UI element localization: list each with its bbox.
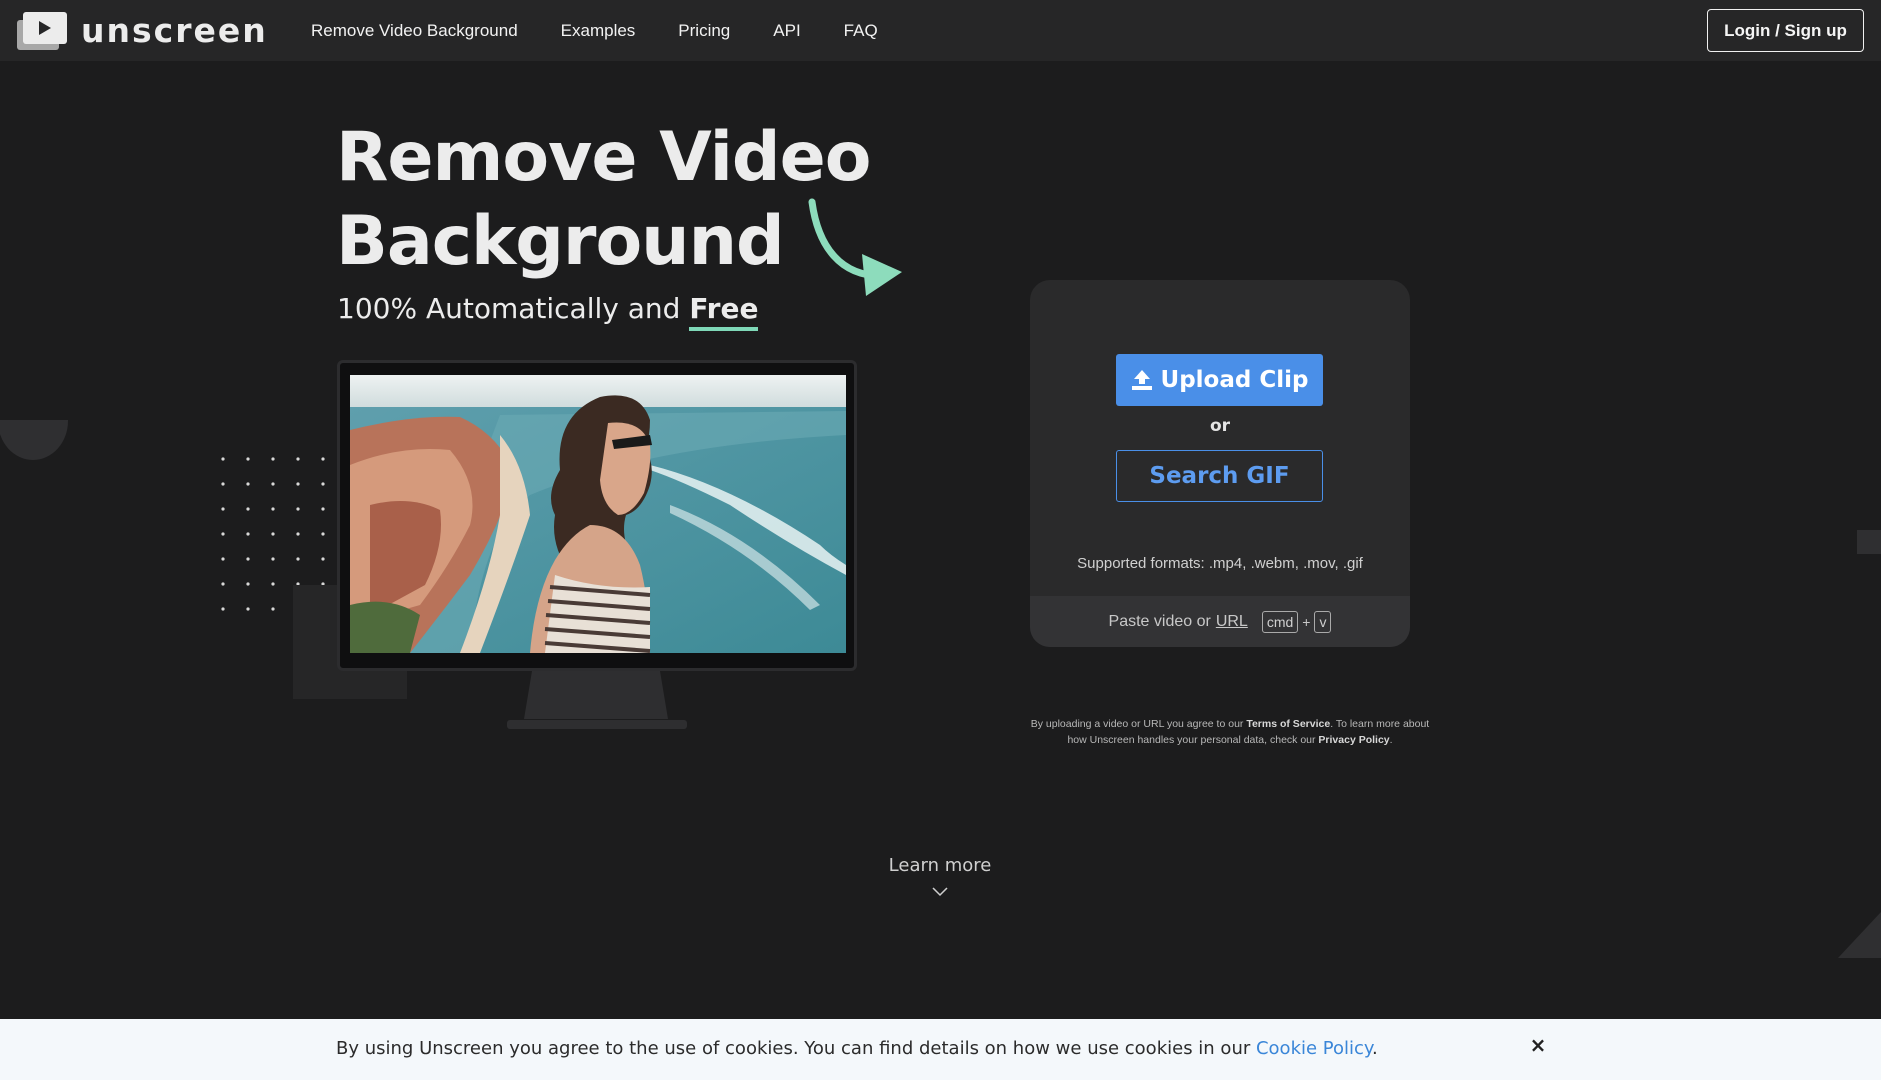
paste-bar[interactable]: Paste video or URL cmd + v bbox=[1030, 596, 1410, 647]
hero-title-line1: Remove Video bbox=[336, 118, 871, 197]
supported-formats: Supported formats: .mp4, .webm, .mov, .g… bbox=[1077, 555, 1363, 572]
upload-clip-button[interactable]: Upload Clip bbox=[1116, 354, 1323, 406]
nav-link-examples[interactable]: Examples bbox=[561, 21, 636, 41]
upload-card: Upload Clip or Search GIF Supported form… bbox=[1030, 280, 1410, 647]
chevron-down-icon[interactable] bbox=[932, 886, 948, 898]
key-plus: + bbox=[1302, 613, 1311, 630]
curved-arrow-icon bbox=[808, 198, 902, 296]
terms-of-service-link[interactable]: Terms of Service bbox=[1246, 718, 1330, 730]
cookie-text: By using Unscreen you agree to the use o… bbox=[336, 1038, 1378, 1059]
decor-square-right bbox=[1857, 530, 1881, 554]
brand-logo[interactable]: unscreen bbox=[17, 12, 268, 50]
privacy-policy-link[interactable]: Privacy Policy bbox=[1318, 734, 1389, 746]
cookie-end: . bbox=[1372, 1038, 1378, 1059]
cookie-policy-link[interactable]: Cookie Policy bbox=[1256, 1038, 1372, 1059]
hero-subtitle-text: 100% Automatically and bbox=[337, 292, 690, 325]
monitor-base bbox=[507, 720, 687, 729]
search-gif-button[interactable]: Search GIF bbox=[1116, 450, 1323, 502]
nav-link-remove-bg[interactable]: Remove Video Background bbox=[311, 21, 518, 41]
cookie-banner: By using Unscreen you agree to the use o… bbox=[0, 1019, 1881, 1080]
play-screen-icon bbox=[17, 12, 67, 50]
demo-monitor bbox=[337, 360, 857, 671]
close-icon[interactable]: × bbox=[1528, 1033, 1548, 1057]
upload-clip-label: Upload Clip bbox=[1160, 367, 1309, 393]
beach-scene-image bbox=[350, 375, 846, 653]
decor-triangle-right bbox=[1838, 912, 1881, 958]
or-separator: or bbox=[1209, 416, 1231, 436]
page: unscreen Remove Video Background Example… bbox=[0, 0, 1881, 1080]
key-cmd: cmd bbox=[1261, 610, 1299, 633]
legal-notice: By uploading a video or URL you agree to… bbox=[1020, 716, 1440, 748]
legal-text-3: . bbox=[1389, 734, 1393, 746]
nav-link-faq[interactable]: FAQ bbox=[844, 21, 878, 41]
brand-name: unscreen bbox=[81, 11, 268, 50]
paste-text: Paste video or bbox=[1108, 612, 1211, 630]
legal-text-1: By uploading a video or URL you agree to… bbox=[1030, 718, 1247, 730]
login-signup-button[interactable]: Login / Sign up bbox=[1707, 9, 1864, 52]
paste-url-link[interactable]: URL bbox=[1216, 613, 1248, 631]
nav-link-pricing[interactable]: Pricing bbox=[678, 21, 730, 41]
hero-subtitle: 100% Automatically and Free bbox=[337, 292, 758, 332]
top-navbar: unscreen Remove Video Background Example… bbox=[0, 0, 1881, 61]
nav-link-api[interactable]: API bbox=[773, 21, 800, 41]
key-v: v bbox=[1314, 610, 1332, 633]
cookie-message: By using Unscreen you agree to the use o… bbox=[336, 1038, 1256, 1059]
nav-links: Remove Video Background Examples Pricing… bbox=[311, 0, 921, 61]
upload-icon bbox=[1131, 370, 1152, 390]
decor-half-circle bbox=[0, 420, 68, 460]
hero-subtitle-free: Free bbox=[689, 292, 759, 325]
learn-more-link[interactable]: Learn more bbox=[860, 855, 1020, 876]
monitor-stand bbox=[524, 671, 668, 719]
demo-video-preview[interactable] bbox=[350, 375, 846, 653]
